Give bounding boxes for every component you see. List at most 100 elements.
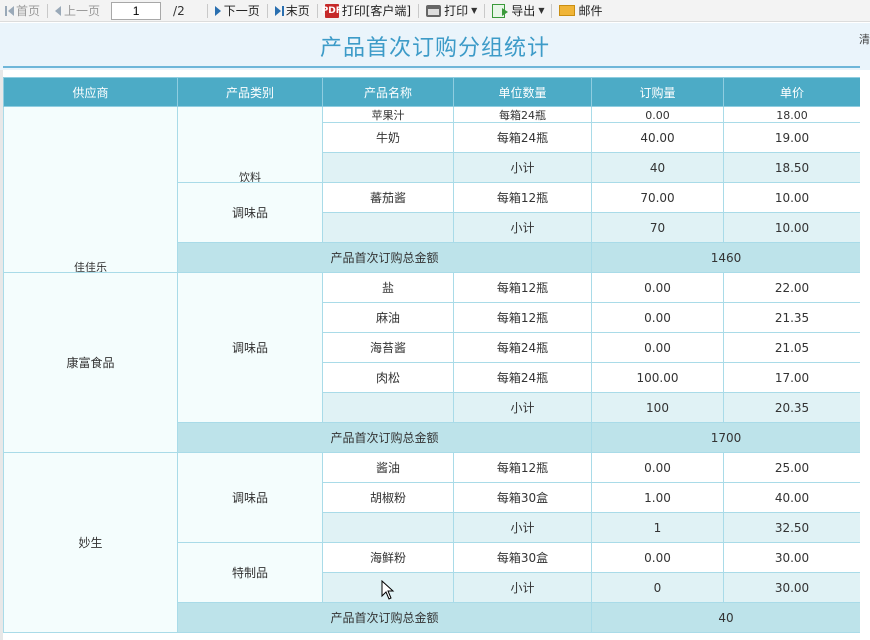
prev-page-label: 上一页: [64, 4, 101, 18]
product-name-cell: 酱油: [322, 452, 454, 483]
subtotal-label: 小计: [453, 152, 592, 183]
product-name-cell: 麻油: [322, 302, 454, 333]
order-quantity-cell: 1.00: [591, 482, 724, 513]
subtotal-price: 20.35: [723, 392, 860, 423]
last-page-icon: [274, 5, 281, 16]
header-supplier: 供应商: [3, 77, 178, 107]
toolbar-divider: [551, 3, 553, 18]
chevron-down-icon: ▼: [471, 6, 478, 15]
product-name-cell: 蕃茄酱: [322, 182, 454, 213]
order-quantity-cell: 0.00: [591, 302, 724, 333]
last-page-bar-icon: [281, 5, 284, 16]
product-name-cell: 胡椒粉: [322, 482, 454, 513]
subtotal-label: 小计: [453, 572, 592, 603]
report-table-container[interactable]: 供应商 产品类别 产品名称 单位数量 订购量 单价 佳佳乐 饮料 苹果汁 每箱24瓶 0…: [3, 77, 860, 640]
partial-qty-cell: 0.00: [591, 106, 724, 123]
export-label: 导出: [511, 4, 536, 18]
next-page-label: 下一页: [223, 4, 260, 18]
page-number-input[interactable]: [111, 1, 162, 20]
mail-button[interactable]: 邮件: [556, 1, 605, 21]
next-page-button[interactable]: 下一页: [212, 1, 263, 21]
subtotal-empty-cell: [322, 212, 454, 243]
group-total-label: 产品首次订购总金额: [177, 602, 592, 633]
unit-price-cell: 10.00: [723, 182, 860, 213]
subtotal-label: 小计: [453, 212, 592, 243]
subtotal-price: 30.00: [723, 572, 860, 603]
order-quantity-cell: 0.00: [591, 272, 724, 303]
unit-quantity-cell: 每箱30盒: [453, 482, 592, 513]
product-name-cell: 海鲜粉: [322, 542, 454, 573]
group-total-label: 产品首次订购总金额: [177, 422, 592, 453]
supplier-cell: 佳佳乐: [3, 106, 178, 273]
unit-price-cell: 19.00: [723, 122, 860, 153]
toolbar-divider: [418, 3, 420, 18]
title-underline: [3, 66, 860, 68]
last-page-button[interactable]: 末页: [272, 1, 313, 21]
toolbar-divider: [316, 3, 318, 18]
table-header-row: 供应商 产品类别 产品名称 单位数量 订购量 单价: [3, 77, 860, 107]
subtotal-empty-cell: [322, 512, 454, 543]
toolbar-divider: [206, 3, 208, 18]
table-row: 康富食品 调味品盐每箱12瓶 0.00 22.00: [3, 272, 860, 453]
print-label: 打印: [444, 4, 469, 18]
product-name-cell: 海苔酱: [322, 332, 454, 363]
print-button[interactable]: 打印 ▼: [423, 1, 480, 21]
category-cell: 饮料: [177, 106, 323, 183]
group-total-value: 1460: [591, 242, 860, 273]
mail-label: 邮件: [578, 4, 603, 18]
group-total-label: 产品首次订购总金额: [177, 242, 592, 273]
printer-icon: [426, 4, 442, 17]
product-name-cell: 牛奶: [322, 122, 454, 153]
unit-quantity-cell: 每箱24瓶: [453, 122, 592, 153]
unit-price-cell: 17.00: [723, 362, 860, 393]
prev-page-icon: [55, 5, 62, 16]
subtotal-empty-cell: [322, 152, 454, 183]
header-order-quantity: 订购量: [591, 77, 724, 107]
first-page-bar-icon: [5, 5, 7, 16]
unit-quantity-cell: 每箱12瓶: [453, 182, 592, 213]
partial-price-text: 18.00: [776, 109, 808, 122]
unit-price-cell: 21.35: [723, 302, 860, 333]
order-quantity-cell: 0.00: [591, 452, 724, 483]
unit-quantity-cell: 每箱24瓶: [453, 362, 592, 393]
group-total-value: 40: [591, 602, 860, 633]
subtotal-qty: 1: [591, 512, 724, 543]
category-cell: 调味品: [177, 272, 323, 423]
table-row: 妙生 调味品 酱油 每箱12瓶 0.00 25.00: [3, 452, 860, 633]
partial-name-cell: 苹果汁: [322, 106, 454, 123]
print-client-button[interactable]: PDF 打印[客户端]: [322, 1, 414, 21]
group-total-value: 1700: [591, 422, 860, 453]
partial-qty-text: 0.00: [645, 109, 670, 122]
product-name-cell: 盐: [322, 272, 454, 303]
unit-quantity-cell: 每箱12瓶: [453, 302, 592, 333]
order-quantity-cell: 70.00: [591, 182, 724, 213]
cursor-arrow-icon: [381, 580, 395, 600]
prev-page-button[interactable]: 上一页: [52, 1, 103, 21]
header-unit-price: 单价: [723, 77, 860, 107]
mail-icon: [559, 5, 576, 16]
export-button[interactable]: 导出 ▼: [489, 1, 547, 21]
first-page-button[interactable]: 首页: [2, 1, 43, 21]
first-page-icon: [8, 5, 14, 16]
partial-unit-text: 每箱24瓶: [499, 109, 546, 122]
last-page-label: 末页: [285, 4, 310, 18]
header-unit-quantity: 单位数量: [453, 77, 592, 107]
unit-quantity-cell: 每箱12瓶: [453, 272, 592, 303]
category-cell: 特制品: [177, 542, 323, 603]
unit-quantity-cell: 每箱30盒: [453, 542, 592, 573]
order-quantity-cell: 0.00: [591, 542, 724, 573]
toolbar-divider: [47, 3, 49, 18]
subtotal-qty: 70: [591, 212, 724, 243]
subtotal-label: 小计: [453, 512, 592, 543]
partial-unit-cell: 每箱24瓶: [453, 106, 592, 123]
category-cell: 调味品: [177, 452, 323, 543]
unit-quantity-cell: 每箱12瓶: [453, 452, 592, 483]
pdf-icon: PDF: [321, 3, 342, 18]
order-quantity-cell: 40.00: [591, 122, 724, 153]
order-quantity-cell: 100.00: [591, 362, 724, 393]
table-row: 佳佳乐 饮料 苹果汁 每箱24瓶 0.00 18.00: [3, 106, 860, 273]
toolbar-divider: [266, 3, 268, 18]
first-page-label: 首页: [16, 4, 41, 18]
product-name-cell: 肉松: [322, 362, 454, 393]
partial-name-text: 苹果汁: [371, 109, 405, 122]
